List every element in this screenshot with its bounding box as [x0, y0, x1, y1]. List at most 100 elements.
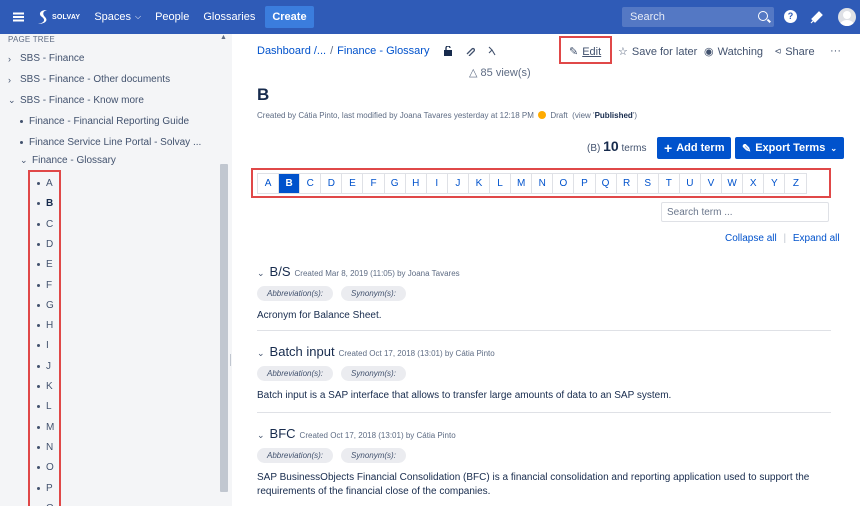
- alphabet-letter-e[interactable]: E: [342, 174, 364, 193]
- create-button[interactable]: Create: [265, 6, 314, 28]
- alphabet-letter-c[interactable]: C: [300, 174, 322, 193]
- sidebar-letter-label: O: [46, 462, 54, 474]
- page-title: B: [257, 85, 270, 104]
- alphabet-letter-l[interactable]: L: [490, 174, 512, 193]
- alphabet-letter-s[interactable]: S: [638, 174, 659, 193]
- sidebar-letter-j[interactable]: J: [37, 361, 51, 372]
- bullet-icon: [37, 303, 40, 307]
- edit-button[interactable]: ✎ Edit: [569, 45, 601, 59]
- more-actions-button[interactable]: ···: [830, 45, 841, 57]
- alphabet-letter-x[interactable]: X: [743, 174, 765, 193]
- alphabet-letter-d[interactable]: D: [321, 174, 343, 193]
- top-navigation-bar: SOLVAY Spaces ⌵ People Glossaries Create…: [0, 0, 860, 34]
- chart-icon: △: [469, 67, 478, 79]
- alphabet-letter-m[interactable]: M: [511, 174, 533, 193]
- export-terms-button[interactable]: ✎ Export Terms ⌄: [735, 137, 845, 159]
- sidebar-letter-f[interactable]: F: [37, 280, 52, 291]
- entry-tags: Abbreviation(s): Synonym(s):: [257, 286, 831, 301]
- entry-description: Batch input is a SAP interface that allo…: [257, 390, 672, 401]
- views-count: 85 view(s): [480, 67, 531, 79]
- sidebar-letter-d[interactable]: D: [37, 239, 53, 250]
- alphabet-letter-i[interactable]: I: [427, 174, 448, 193]
- alphabet-letter-r[interactable]: R: [617, 174, 638, 193]
- chevron-down-icon: ⌄: [20, 155, 28, 165]
- alphabet-letter-o[interactable]: O: [553, 174, 575, 193]
- sidebar-letter-p[interactable]: P: [37, 483, 53, 494]
- notification-icon[interactable]: [810, 10, 824, 24]
- sidebar-letter-l[interactable]: L: [37, 401, 52, 412]
- sidebar-letter-g[interactable]: G: [37, 300, 54, 311]
- sidebar-letter-label: M: [46, 421, 55, 433]
- entry-header[interactable]: ⌄ BFC Created Oct 17, 2018 (13:01) by Cá…: [257, 426, 831, 441]
- bullet-icon: [20, 141, 23, 144]
- breadcrumb-dashboard[interactable]: Dashboard /...: [257, 45, 326, 57]
- sidebar-letter-label: E: [46, 259, 53, 271]
- avatar[interactable]: [838, 8, 856, 26]
- alphabet-letter-f[interactable]: F: [363, 174, 385, 193]
- alphabet-letter-h[interactable]: H: [406, 174, 427, 193]
- help-icon[interactable]: ?: [784, 10, 797, 23]
- tree-item-finance-service-line-portal[interactable]: Finance Service Line Portal - Solvay ...: [20, 137, 201, 148]
- collapse-all-link[interactable]: Collapse all: [725, 233, 777, 244]
- search-input[interactable]: Search: [622, 7, 774, 27]
- restrictions-lock-icon[interactable]: [443, 46, 453, 56]
- alphabet-letter-p[interactable]: P: [574, 174, 596, 193]
- entry-tags: Abbreviation(s): Synonym(s):: [257, 366, 831, 381]
- alphabet-letter-z[interactable]: Z: [785, 174, 806, 193]
- sidebar-letter-e[interactable]: E: [37, 259, 53, 270]
- alphabet-letter-t[interactable]: T: [659, 174, 680, 193]
- abbreviation-tag: Abbreviation(s):: [257, 366, 334, 381]
- tree-item-financial-reporting-guide[interactable]: Finance - Financial Reporting Guide: [20, 116, 189, 127]
- attachment-icon[interactable]: [465, 46, 476, 56]
- watching-button[interactable]: ◉ Watching: [704, 45, 763, 59]
- export-icon: ✎: [742, 142, 752, 155]
- sidebar-letter-o[interactable]: O: [37, 462, 54, 473]
- pencil-icon: ✎: [569, 46, 579, 58]
- alphabet-letter-v[interactable]: V: [701, 174, 723, 193]
- nav-spaces[interactable]: Spaces ⌵: [94, 11, 141, 23]
- sidebar-letter-h[interactable]: H: [37, 320, 53, 331]
- tree-item-label: SBS - Finance - Know more: [20, 95, 144, 106]
- sidebar-letter-m[interactable]: M: [37, 422, 54, 433]
- sidebar-letter-b[interactable]: B: [37, 198, 53, 209]
- nav-glossaries[interactable]: Glossaries: [203, 11, 255, 23]
- alphabet-letter-k[interactable]: K: [469, 174, 491, 193]
- page-tree-icon[interactable]: [487, 46, 497, 56]
- solvay-logo[interactable]: SOLVAY: [36, 9, 80, 25]
- sidebar-scrollbar-thumb[interactable]: [220, 164, 228, 492]
- tree-item-sbs-finance-know-more[interactable]: ⌄ SBS - Finance - Know more: [8, 95, 144, 106]
- expand-all-link[interactable]: Expand all: [793, 233, 840, 244]
- add-term-label: Add term: [676, 142, 725, 154]
- breadcrumb-finance-glossary[interactable]: Finance - Glossary: [337, 45, 429, 57]
- alphabet-letter-j[interactable]: J: [448, 174, 469, 193]
- published-link[interactable]: Published: [595, 111, 633, 120]
- entry-header[interactable]: ⌄ Batch input Created Oct 17, 2018 (13:0…: [257, 344, 831, 359]
- entry-tags: Abbreviation(s): Synonym(s):: [257, 448, 831, 463]
- alphabet-letter-g[interactable]: G: [385, 174, 406, 193]
- sidebar-resize-handle[interactable]: [230, 354, 232, 366]
- alphabet-letter-b[interactable]: B: [279, 174, 301, 193]
- alphabet-letter-q[interactable]: Q: [596, 174, 617, 193]
- sidebar-letter-c[interactable]: C: [37, 219, 53, 230]
- scroll-up-arrow-icon[interactable]: ▲: [220, 34, 227, 41]
- alphabet-letter-y[interactable]: Y: [764, 174, 786, 193]
- alphabet-letter-a[interactable]: A: [258, 174, 280, 193]
- alphabet-letter-n[interactable]: N: [532, 174, 554, 193]
- alphabet-letter-u[interactable]: U: [680, 174, 701, 193]
- sidebar-letter-a[interactable]: A: [37, 178, 53, 189]
- bullet-icon: [37, 222, 40, 226]
- save-for-later-button[interactable]: ☆ Save for later: [618, 45, 697, 59]
- menu-icon[interactable]: [6, 0, 30, 34]
- sidebar-letter-i[interactable]: I: [37, 340, 49, 351]
- tree-item-sbs-finance-other[interactable]: › SBS - Finance - Other documents: [8, 74, 170, 85]
- sidebar-letter-k[interactable]: K: [37, 381, 53, 392]
- nav-people[interactable]: People: [155, 11, 189, 23]
- tree-item-sbs-finance[interactable]: › SBS - Finance: [8, 53, 84, 64]
- add-term-button[interactable]: + Add term: [657, 137, 732, 159]
- search-term-input[interactable]: Search term ...: [661, 202, 829, 222]
- tree-item-finance-glossary[interactable]: ⌄ Finance - Glossary: [20, 155, 116, 166]
- sidebar-letter-n[interactable]: N: [37, 442, 53, 453]
- share-button[interactable]: ⪦ Share: [775, 45, 815, 58]
- entry-header[interactable]: ⌄ B/S Created Mar 8, 2019 (11:05) by Joa…: [257, 264, 831, 279]
- alphabet-letter-w[interactable]: W: [722, 174, 744, 193]
